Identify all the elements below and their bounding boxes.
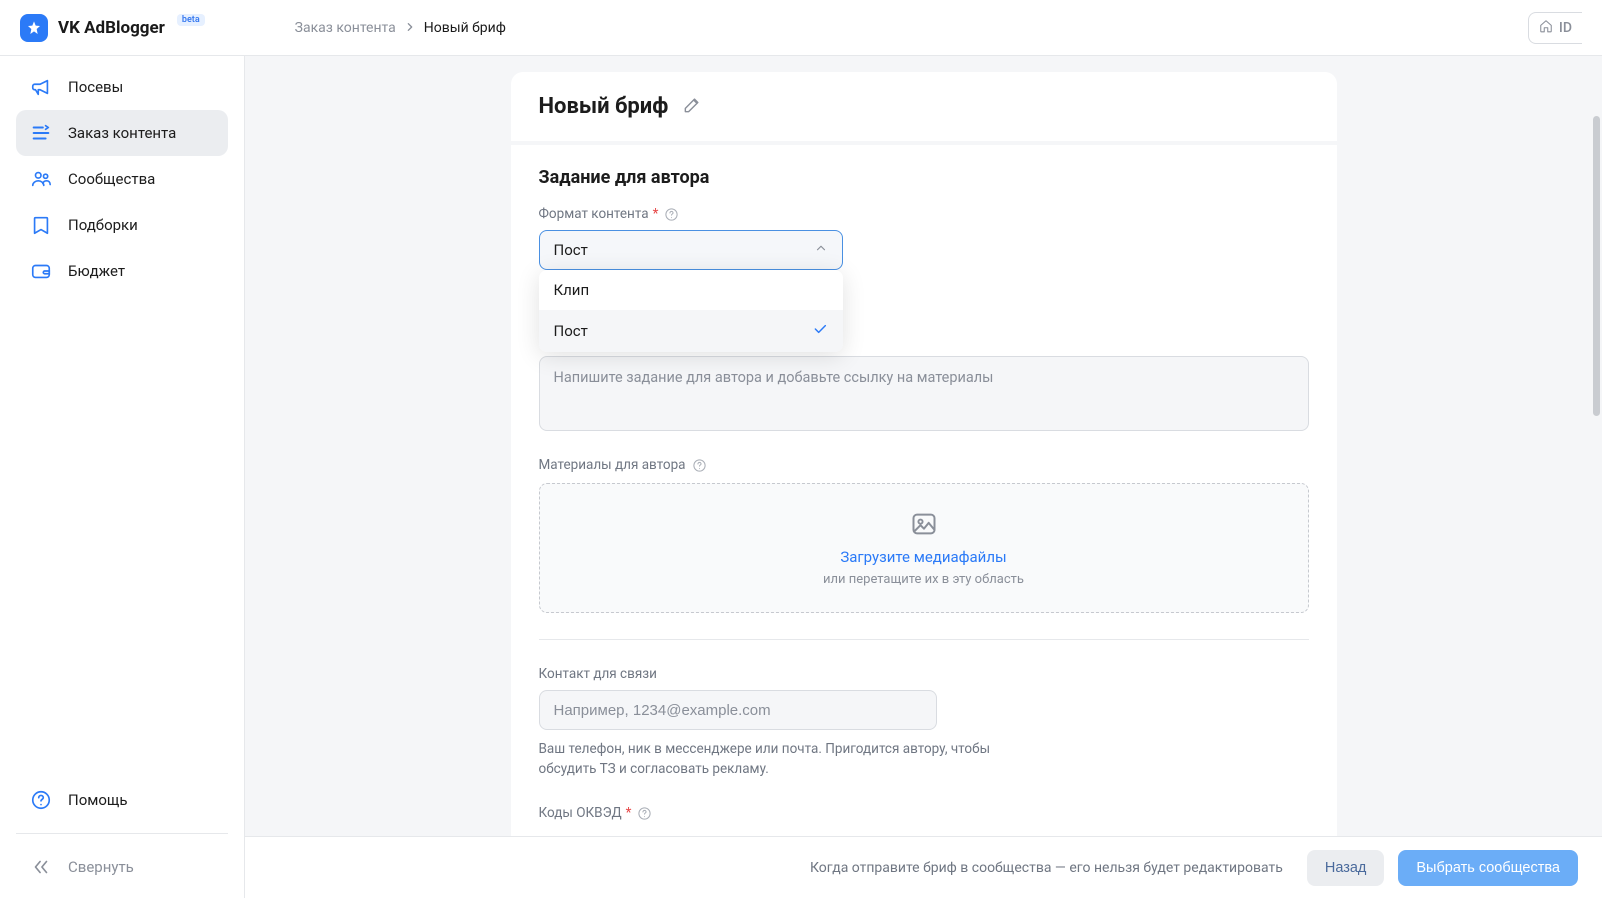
app-logo-icon xyxy=(20,14,48,42)
lines-icon xyxy=(30,122,52,144)
format-option-post[interactable]: Пост xyxy=(539,310,843,352)
contact-help-text: Ваш телефон, ник в мессенджере или почта… xyxy=(539,740,1019,779)
textarea-placeholder: Напишите задание для автора и добавьте с… xyxy=(554,369,994,386)
divider xyxy=(539,639,1309,640)
wallet-icon xyxy=(30,260,52,282)
field-label-contact: Контакт для связи xyxy=(539,666,1309,682)
sidebar-item-seeding[interactable]: Посевы xyxy=(16,64,228,110)
footer-bar: Когда отправите бриф в сообщества — его … xyxy=(245,836,1602,898)
sidebar-item-label: Заказ контента xyxy=(68,124,176,142)
chevron-right-icon xyxy=(406,21,414,35)
breadcrumb: Заказ контента Новый бриф xyxy=(295,20,506,36)
sidebar-item-label: Помощь xyxy=(68,791,128,809)
check-icon xyxy=(812,321,828,341)
format-option-clip[interactable]: Клип xyxy=(539,270,843,310)
sidebar-item-content-order[interactable]: Заказ контента xyxy=(16,110,228,156)
task-textarea[interactable]: Напишите задание для автора и добавьте с… xyxy=(539,356,1309,431)
page-title: Новый бриф xyxy=(539,94,669,119)
sidebar-item-communities[interactable]: Сообщества xyxy=(16,156,228,202)
sidebar-item-budget[interactable]: Бюджет xyxy=(16,248,228,294)
breadcrumb-prev[interactable]: Заказ контента xyxy=(295,20,396,36)
format-dropdown: Клип Пост xyxy=(539,270,843,352)
upload-hint: или перетащите их в эту область xyxy=(823,572,1024,587)
required-mark: * xyxy=(653,206,659,222)
main-canvas: Новый бриф Задание для автора Формат кон… xyxy=(245,56,1602,898)
help-circle-icon[interactable] xyxy=(637,806,652,821)
divider xyxy=(16,833,228,834)
breadcrumb-current: Новый бриф xyxy=(424,20,506,36)
logo-block[interactable]: VK AdBlogger beta xyxy=(20,14,205,42)
sidebar-item-label: Посевы xyxy=(68,78,123,96)
field-okved: Коды ОКВЭД * xyxy=(539,805,1309,821)
help-circle-icon[interactable] xyxy=(692,458,707,473)
chevron-up-icon xyxy=(814,241,828,259)
field-format: Формат контента * Пост xyxy=(539,206,1309,352)
required-mark: * xyxy=(626,805,632,821)
help-circle-icon xyxy=(30,789,52,811)
home-icon xyxy=(1539,19,1553,37)
field-label-materials: Материалы для автора xyxy=(539,457,1309,473)
scrollbar-thumb[interactable] xyxy=(1593,116,1600,416)
option-label: Клип xyxy=(554,281,590,299)
upload-dropzone[interactable]: Загрузите медиафайлы или перетащите их в… xyxy=(539,483,1309,613)
sidebar: Посевы Заказ контента xyxy=(0,56,245,898)
sidebar-item-label: Свернуть xyxy=(68,858,134,876)
chevrons-left-icon xyxy=(30,856,52,878)
id-button[interactable]: ID xyxy=(1528,12,1582,44)
sidebar-collapse[interactable]: Свернуть xyxy=(16,844,228,890)
footer-hint: Когда отправите бриф в сообщества — его … xyxy=(810,860,1283,876)
help-circle-icon[interactable] xyxy=(664,207,679,222)
sidebar-item-label: Подборки xyxy=(68,216,138,234)
topbar: VK AdBlogger beta Заказ контента Новый б… xyxy=(0,0,1602,56)
sidebar-item-collections[interactable]: Подборки xyxy=(16,202,228,248)
field-contact: Контакт для связи Ваш телефон, ник в мес… xyxy=(539,666,1309,779)
image-icon xyxy=(910,510,938,542)
section-title: Задание для автора xyxy=(539,167,1309,188)
contact-input[interactable] xyxy=(539,690,937,730)
pencil-icon[interactable] xyxy=(682,95,702,119)
back-button[interactable]: Назад xyxy=(1307,850,1385,886)
title-card: Новый бриф xyxy=(511,72,1337,141)
select-value: Пост xyxy=(554,241,588,259)
beta-badge: beta xyxy=(177,14,205,26)
sidebar-item-label: Сообщества xyxy=(68,170,155,188)
field-materials: Материалы для автора Загрузите медиафайл… xyxy=(539,457,1309,613)
sidebar-item-help[interactable]: Помощь xyxy=(16,777,228,823)
sidebar-item-label: Бюджет xyxy=(68,262,125,280)
option-label: Пост xyxy=(554,322,588,340)
select-communities-button[interactable]: Выбрать сообщества xyxy=(1398,850,1578,886)
bookmark-icon xyxy=(30,214,52,236)
logo-text: VK AdBlogger xyxy=(58,18,165,38)
field-label-okved: Коды ОКВЭД * xyxy=(539,805,1309,821)
format-select[interactable]: Пост xyxy=(539,230,843,270)
megaphone-icon xyxy=(30,76,52,98)
id-label: ID xyxy=(1559,20,1572,36)
field-label-format: Формат контента * xyxy=(539,206,1309,222)
upload-link[interactable]: Загрузите медиафайлы xyxy=(840,548,1006,566)
form-card: Задание для автора Формат контента * Пос… xyxy=(511,145,1337,857)
users-icon xyxy=(30,168,52,190)
